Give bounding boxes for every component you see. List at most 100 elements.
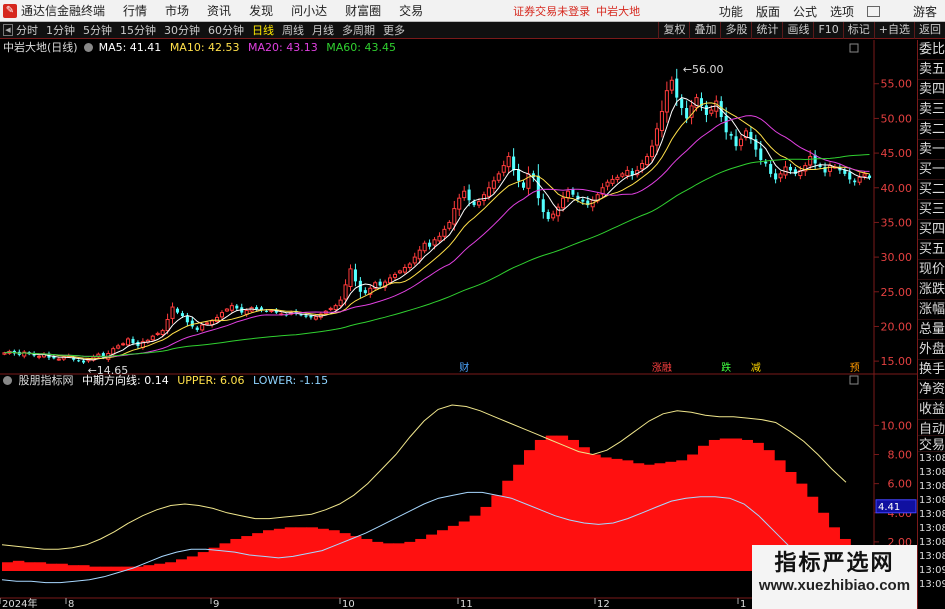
period-tab-7[interactable]: 周线 <box>282 22 304 38</box>
indicator-area-bar <box>78 565 90 571</box>
indicator-area-bar <box>295 527 308 571</box>
indicator-area-bar <box>567 439 579 571</box>
period-tab-0[interactable]: 分时 <box>16 22 38 38</box>
period-tab-6[interactable]: 日线 <box>252 22 274 38</box>
indicator-area-bar <box>480 506 492 571</box>
period-tab-9[interactable]: 多周期 <box>342 22 375 38</box>
indicator-area-bar <box>23 562 36 571</box>
login-notice[interactable]: 证券交易未登录 <box>513 3 590 19</box>
menu-wealth[interactable]: 财富圈 <box>345 2 381 19</box>
side-item-18[interactable]: 收益 <box>918 400 945 420</box>
side-item-4[interactable]: 卖二 <box>918 120 945 140</box>
menu-options[interactable]: 选项 <box>830 3 854 20</box>
candle-body-up <box>862 173 867 177</box>
guest-label[interactable]: 游客 <box>913 3 937 20</box>
tool-button-0[interactable]: 复权 <box>658 22 689 39</box>
event-marker: 跌 <box>721 361 731 374</box>
time-tick-label: 10 <box>342 599 355 609</box>
side-item-19[interactable]: 自动 <box>918 420 945 436</box>
candle-body-up <box>709 109 714 114</box>
kline-chart-area[interactable]: 15.00 20.00 25.00 30.00 35.00 40.00 45.00 50.00… <box>0 40 917 609</box>
candle-body-up <box>506 156 511 168</box>
candle-body-up <box>476 201 482 206</box>
side-item-10[interactable]: 买五 <box>918 240 945 260</box>
side-item-2[interactable]: 卖四 <box>918 80 945 100</box>
candle-body-down <box>541 199 545 213</box>
menu-formula[interactable]: 公式 <box>793 3 817 20</box>
tool-button-4[interactable]: 画线 <box>782 22 813 39</box>
right-tools: 复权 叠加 多股 统计 画线 F10 标记 +自选 返回 <box>658 22 945 39</box>
side-item-16[interactable]: 换手 <box>918 360 945 380</box>
period-tab-3[interactable]: 15分钟 <box>120 22 156 38</box>
period-tab-4[interactable]: 30分钟 <box>164 22 200 38</box>
side-item-17[interactable]: 净资 <box>918 380 945 400</box>
side-item-14[interactable]: 总量 <box>918 320 945 340</box>
period-tab-10[interactable]: 更多 <box>383 22 405 38</box>
candle-body-up <box>491 180 496 189</box>
candle-body-up <box>402 267 407 273</box>
side-item-1[interactable]: 卖五 <box>918 60 945 80</box>
menu-quotes[interactable]: 行情 <box>123 2 147 19</box>
indicator-name[interactable]: 股朋指标网 <box>19 374 74 387</box>
side-item-12[interactable]: 涨跌 <box>918 280 945 300</box>
candle-body-up <box>664 90 669 113</box>
time-tick-label: 2024年 <box>2 597 37 609</box>
period-tab-5[interactable]: 60分钟 <box>208 22 244 38</box>
price-tick-label: 15.00 <box>881 355 913 368</box>
tool-button-7[interactable]: +自选 <box>873 22 914 39</box>
indicator-area-bar <box>371 541 384 571</box>
candle-body-down <box>759 148 763 161</box>
indicator-area-bar <box>360 538 373 571</box>
menu-ask[interactable]: 问小达 <box>291 2 327 19</box>
collapse-arrow-icon[interactable]: ◀ <box>3 24 13 36</box>
side-item-7[interactable]: 买二 <box>918 180 945 200</box>
side-item-20[interactable]: 交易 <box>918 436 945 452</box>
side-item-11[interactable]: 现价 <box>918 260 945 280</box>
menu-trade[interactable]: 交易 <box>399 2 423 19</box>
event-marker: 预 <box>850 362 860 374</box>
side-item-13[interactable]: 涨幅 <box>918 300 945 320</box>
menu-market[interactable]: 市场 <box>165 2 189 19</box>
ma-toggle-icon[interactable] <box>84 43 94 52</box>
tool-button-5[interactable]: F10 <box>813 22 842 39</box>
indicator-area-bar <box>154 563 166 571</box>
candle-body-down <box>521 182 526 188</box>
menu-discover[interactable]: 发现 <box>249 2 273 19</box>
side-item-3[interactable]: 卖三 <box>918 100 945 120</box>
candle-body-down <box>353 269 357 282</box>
side-item-8[interactable]: 买三 <box>918 200 945 220</box>
candle-body-up <box>412 256 417 264</box>
period-tab-2[interactable]: 5分钟 <box>83 22 112 38</box>
indicator-area-bar <box>176 559 188 571</box>
candle-body-down <box>195 327 199 330</box>
tool-button-6[interactable]: 标记 <box>842 22 874 39</box>
right-menu: 功能 版面 公式 选项 游客 <box>719 0 945 22</box>
indicator-toggle-icon[interactable] <box>3 376 12 385</box>
candle-body-up <box>328 307 333 311</box>
ma5-label: MA5: 41.41 <box>98 41 162 54</box>
candle-body-up <box>496 173 501 181</box>
side-item-0[interactable]: 委比 <box>918 40 945 60</box>
menu-function[interactable]: 功能 <box>719 3 743 20</box>
tool-button-8[interactable]: 返回 <box>914 22 945 39</box>
candle-body-up <box>437 235 442 242</box>
period-tab-8[interactable]: 月线 <box>312 22 334 38</box>
candle-body-up <box>155 332 160 336</box>
indicator-area-bar <box>513 464 525 571</box>
candle-body-down <box>675 78 679 98</box>
menu-news[interactable]: 资讯 <box>207 2 231 19</box>
menu-layout[interactable]: 版面 <box>756 3 780 20</box>
side-item-6[interactable]: 买一 <box>918 160 945 180</box>
side-item-5[interactable]: 卖一 <box>918 140 945 160</box>
tool-button-2[interactable]: 多股 <box>720 22 751 39</box>
title-bar: ✎ 通达信金融终端 行情 市场 资讯 发现 问小达 财富圈 交易 证券交易未登录… <box>0 0 945 22</box>
side-item-15[interactable]: 外盘 <box>918 340 945 360</box>
tool-button-3[interactable]: 统计 <box>751 22 782 39</box>
candle-body-up <box>561 197 566 209</box>
candle-body-down <box>764 161 768 164</box>
stock-name: 中岩大地(日线) <box>3 41 78 54</box>
period-tab-1[interactable]: 1分钟 <box>46 22 75 38</box>
tool-button-1[interactable]: 叠加 <box>689 22 720 39</box>
window-restore-icon[interactable] <box>866 5 880 17</box>
side-item-9[interactable]: 买四 <box>918 220 945 240</box>
